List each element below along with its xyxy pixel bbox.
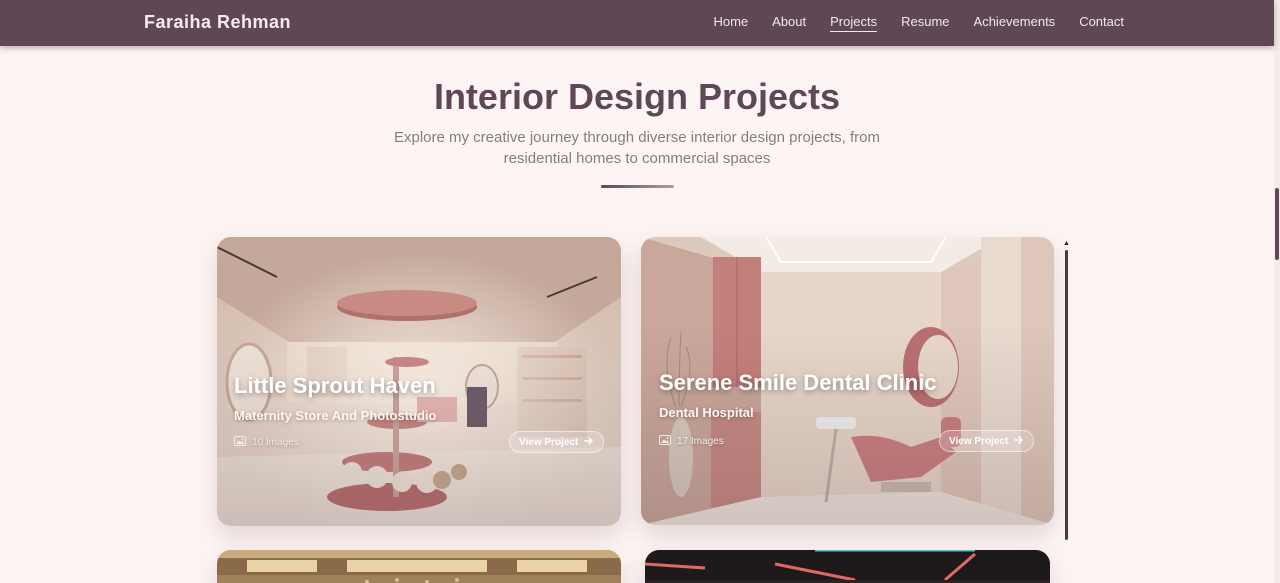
project-card-little-sprout-haven[interactable]: Little Sprout Haven Maternity Store And … (217, 237, 621, 526)
project-image-count-label: 17 Images (677, 436, 724, 447)
nav-link-achievements[interactable]: Achievements (974, 14, 1056, 32)
arrow-right-icon (584, 436, 594, 449)
project-image-3 (217, 550, 621, 583)
nav-link-about[interactable]: About (772, 14, 806, 32)
project-category: Dental Hospital (659, 405, 754, 420)
brand-name[interactable]: Faraiha Rehman (144, 12, 291, 33)
projects-scrollbar-thumb[interactable] (1065, 250, 1068, 540)
image-icon (659, 435, 671, 448)
page-scrollbar-thumb[interactable] (1275, 188, 1279, 260)
title-divider (601, 185, 674, 188)
nav-link-home[interactable]: Home (713, 14, 748, 32)
page-subtitle: Explore my creative journey through dive… (393, 129, 881, 167)
view-project-button[interactable]: View Project (509, 431, 605, 453)
page-title: Interior Design Projects (433, 76, 841, 117)
project-category: Maternity Store And Photostudio (234, 408, 437, 423)
project-image-count: 17 Images (659, 435, 724, 448)
nav-link-contact[interactable]: Contact (1079, 14, 1124, 32)
project-image-4 (645, 550, 1050, 583)
image-icon (234, 436, 246, 449)
project-image-count: 10 Images (234, 436, 299, 449)
project-card-serene-smile-dental-clinic[interactable]: Serene Smile Dental Clinic Dental Hospit… (641, 237, 1054, 525)
view-project-button[interactable]: View Project (939, 430, 1035, 452)
view-project-label: View Project (949, 435, 1009, 447)
navbar: Faraiha Rehman Home About Projects Resum… (0, 0, 1274, 46)
project-card-3[interactable] (217, 550, 621, 583)
view-project-label: View Project (519, 436, 579, 448)
page-scrollbar[interactable] (1274, 0, 1280, 583)
nav-links: Home About Projects Resume Achievements … (713, 14, 1124, 32)
project-title: Little Sprout Haven (234, 373, 436, 398)
scroll-up-arrow-icon[interactable]: ▲ (1063, 240, 1070, 247)
project-title: Serene Smile Dental Clinic (659, 370, 937, 395)
project-image-count-label: 10 Images (252, 437, 299, 448)
project-card-4[interactable] (645, 550, 1050, 583)
nav-link-projects[interactable]: Projects (830, 14, 878, 32)
nav-link-resume[interactable]: Resume (901, 14, 949, 32)
arrow-right-icon (1014, 435, 1024, 448)
projects-scrollbar[interactable]: ▲ (1063, 240, 1071, 540)
